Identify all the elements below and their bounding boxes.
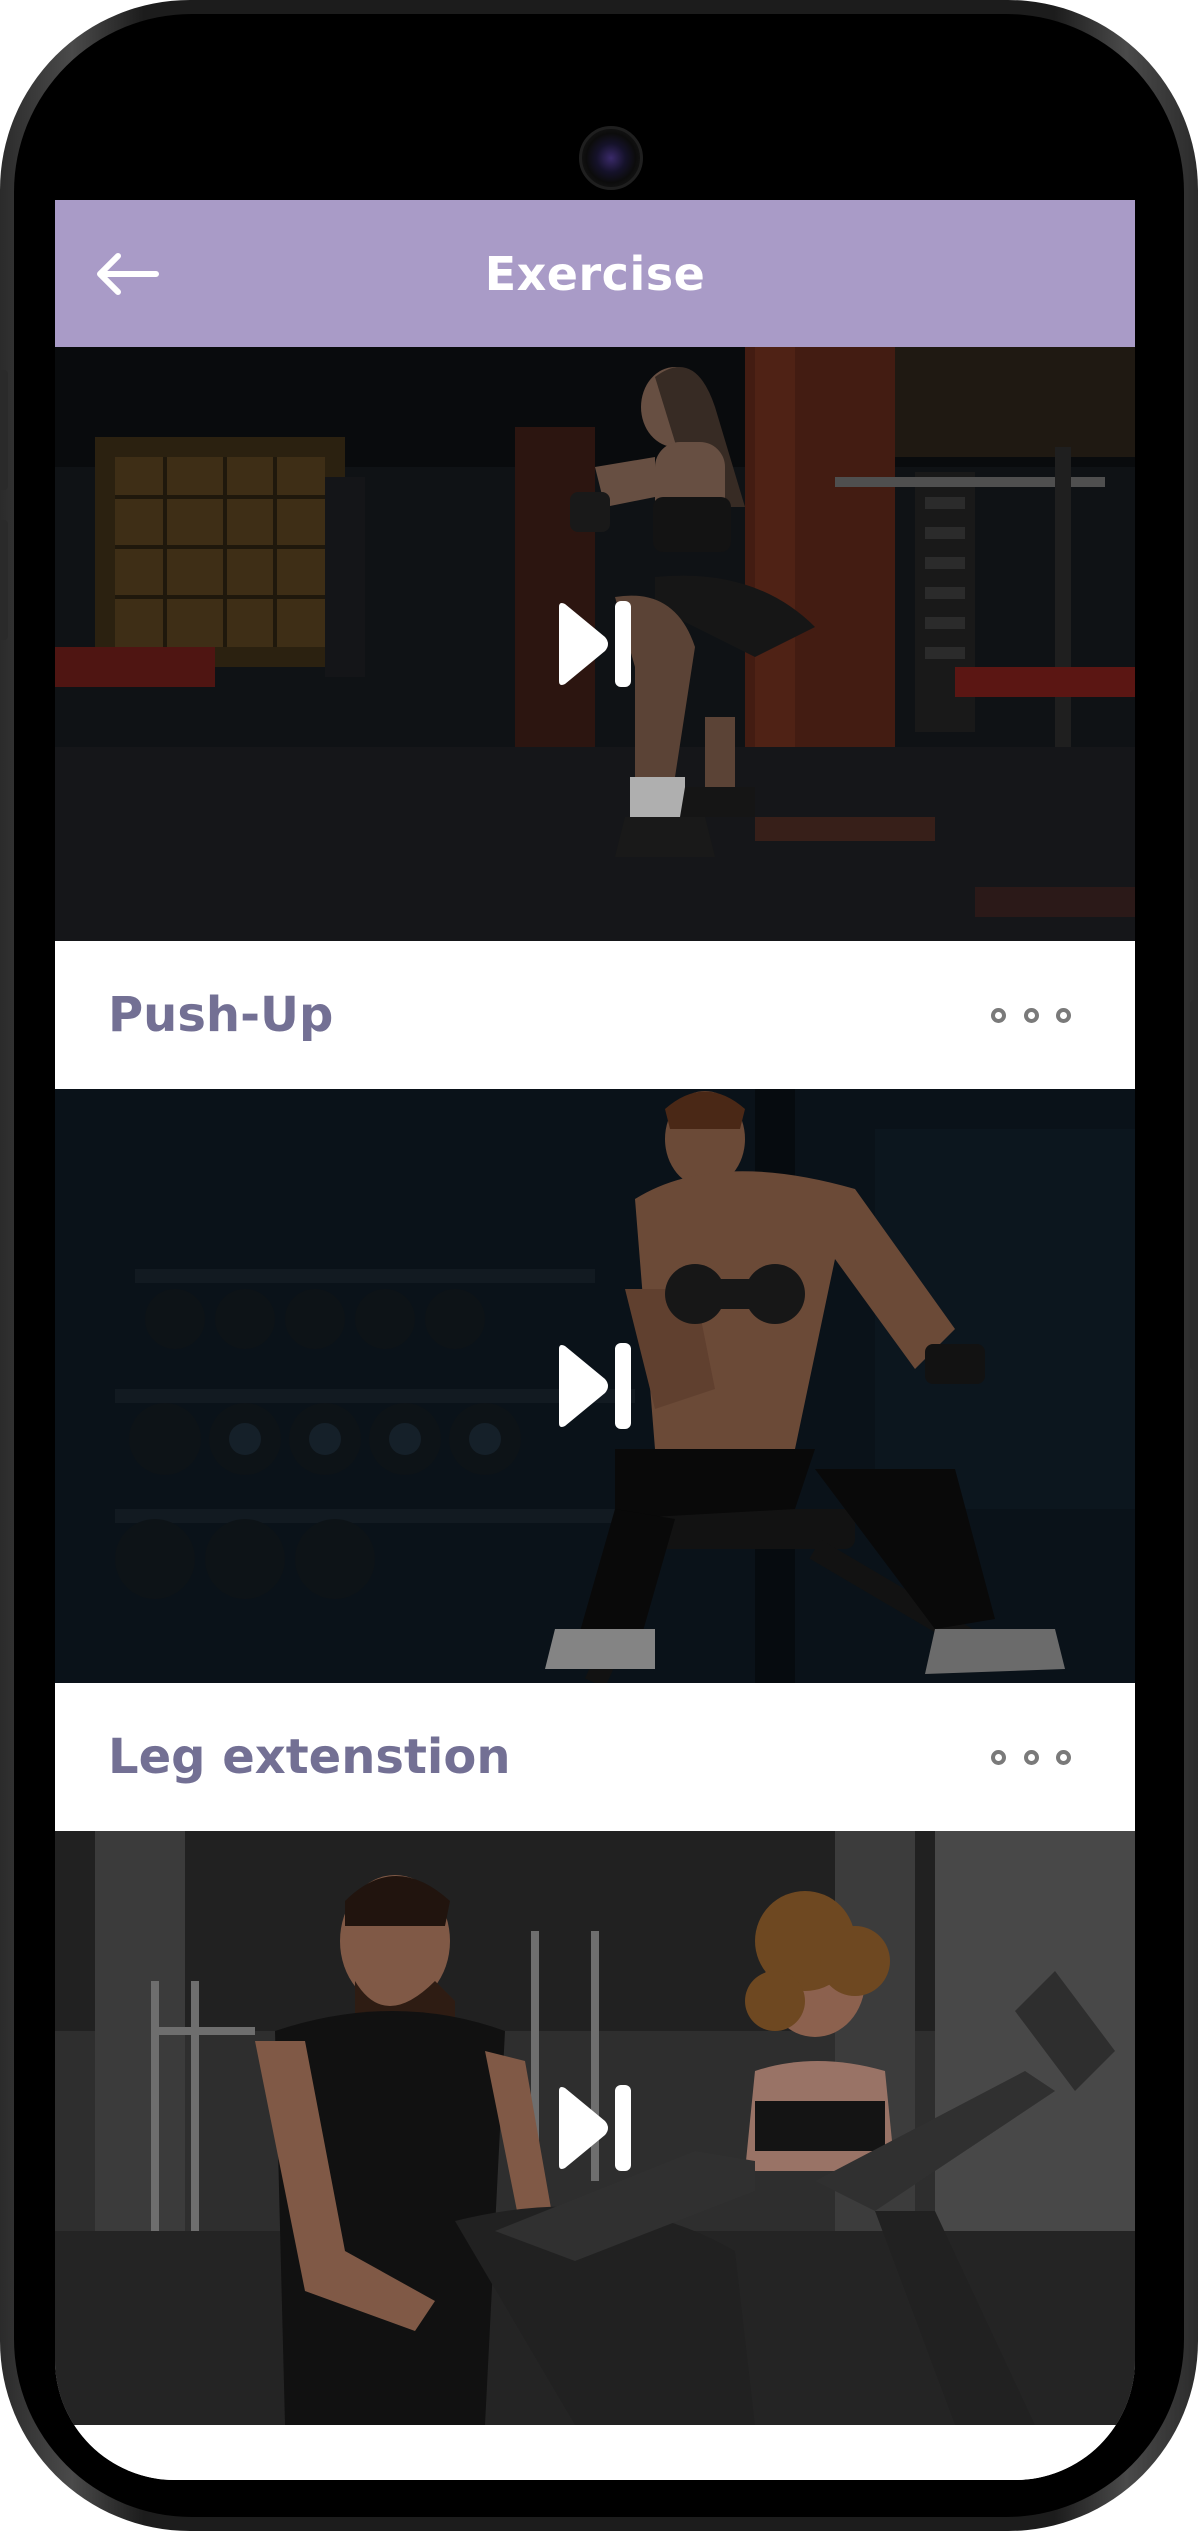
app-header: Exercise (55, 200, 1135, 347)
more-horizontal-icon-dot (1056, 1749, 1071, 1765)
more-horizontal-icon (991, 1007, 1006, 1023)
more-horizontal-icon-dot (1023, 1749, 1039, 1765)
more-horizontal-icon-dot (1023, 1007, 1039, 1023)
play-pause-icon[interactable] (555, 1341, 635, 1431)
front-camera (579, 126, 643, 190)
volume-up-button (0, 370, 8, 490)
exercise-title[interactable]: Push-Up (108, 987, 333, 1043)
exercise-video-1[interactable] (55, 347, 1135, 941)
app-screen: Exercise Push-Up Leg extenstion (55, 200, 1135, 2480)
phone-frame: Exercise Push-Up Leg extenstion (0, 0, 1198, 2531)
play-pause-icon[interactable] (555, 2083, 635, 2173)
exercise-video-2[interactable] (55, 1089, 1135, 1683)
volume-down-button (0, 520, 8, 640)
more-horizontal-icon-dot (1056, 1007, 1071, 1023)
side-button (1190, 1000, 1198, 1370)
power-button (1190, 690, 1198, 880)
exercise-card-footer-2: Leg extenstion (55, 1683, 1135, 1831)
more-options-button[interactable] (991, 1737, 1071, 1777)
page-title: Exercise (484, 246, 706, 301)
exercise-video-3[interactable] (55, 1831, 1135, 2425)
more-horizontal-icon (991, 1749, 1006, 1765)
play-pause-icon[interactable] (555, 599, 635, 689)
exercise-card-footer-3 (55, 2425, 1135, 2480)
exercise-title[interactable]: Leg extenstion (108, 1729, 511, 1785)
exercise-card-footer-1: Push-Up (55, 941, 1135, 1089)
more-options-button[interactable] (991, 995, 1071, 1035)
back-button[interactable] (91, 238, 163, 310)
arrow-left-icon (97, 253, 159, 295)
